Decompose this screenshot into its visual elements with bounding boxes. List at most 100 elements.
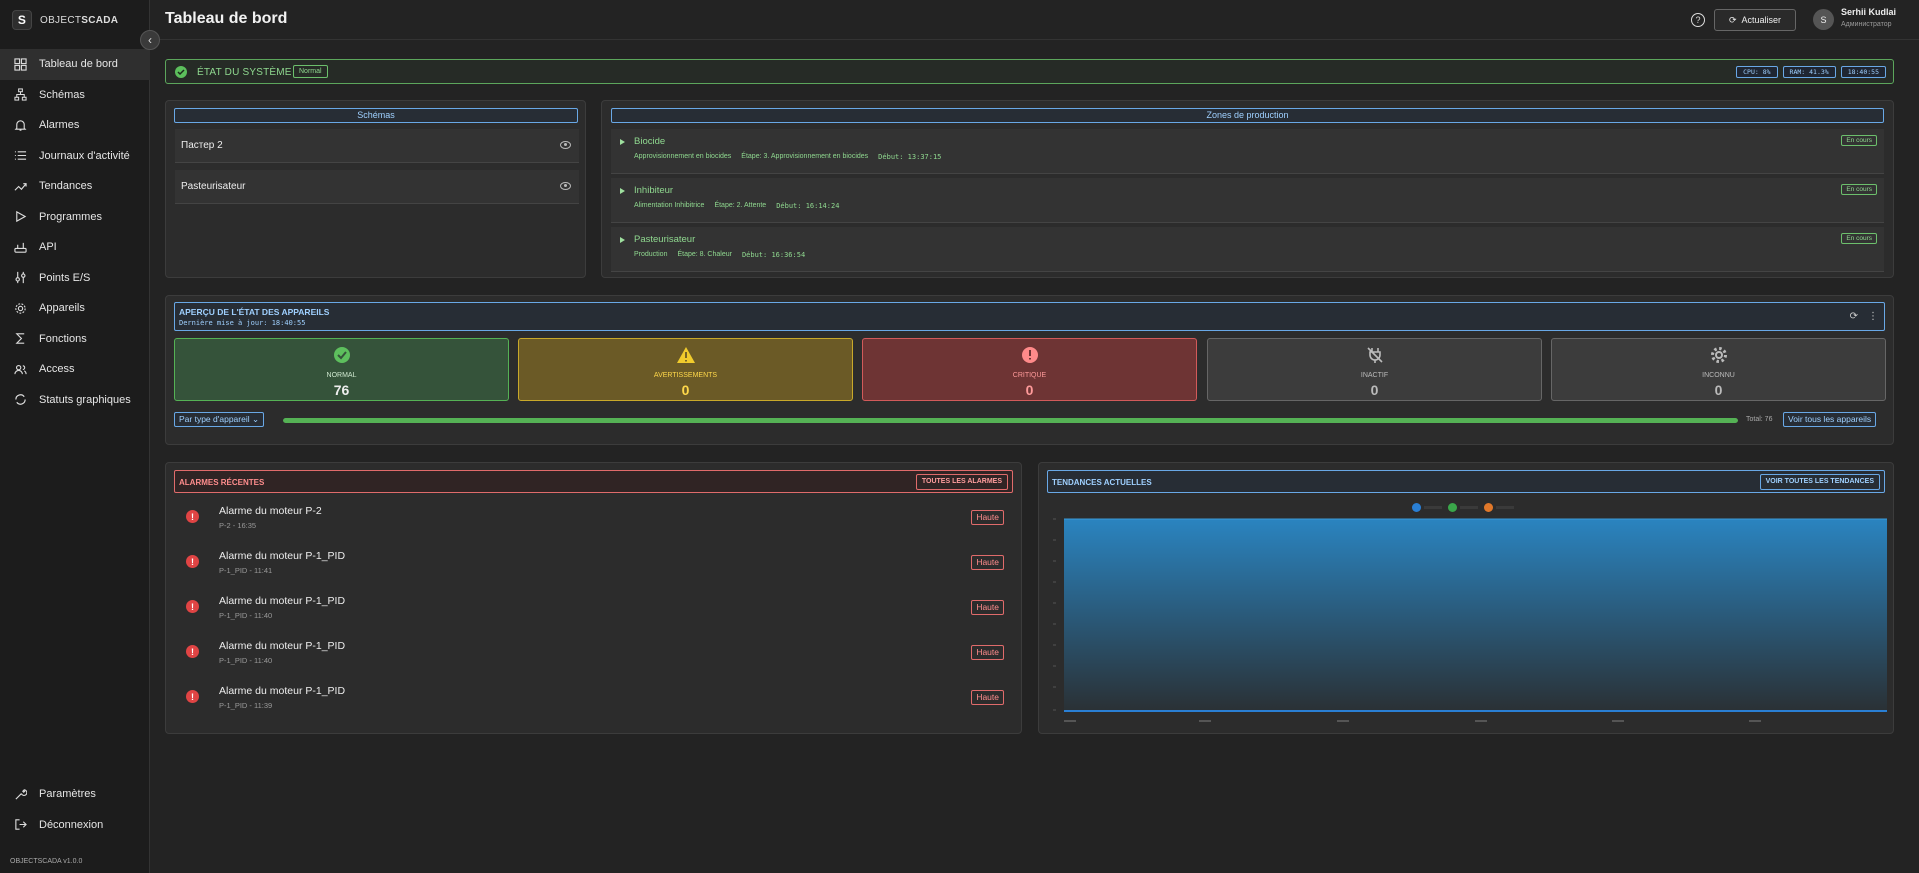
alarm-priority-badge: Haute (971, 645, 1004, 660)
legend-item[interactable] (1484, 503, 1514, 512)
sidebar-item-devices[interactable]: Appareils (0, 293, 150, 324)
stat-label: NORMAL (326, 372, 357, 379)
more-vertical-icon[interactable]: ⋮ (1868, 311, 1878, 322)
avatar[interactable]: S (1813, 9, 1834, 30)
refresh-button-label: Actualiser (1741, 15, 1782, 25)
alarm-critical-icon: ! (186, 600, 199, 613)
device-type-filter[interactable]: Par type d'appareil ⌄ (174, 412, 265, 427)
schemas-panel-title: Schémas (174, 108, 578, 123)
bottom-nav: Paramètres Déconnexion (0, 779, 150, 840)
refresh-button[interactable]: ⟳ Actualiser (1714, 9, 1796, 31)
sidebar-item-io-points[interactable]: Points E/S (0, 263, 150, 294)
sidebar-item-settings[interactable]: Paramètres (0, 779, 150, 810)
main-nav: Tableau de bord Schémas Alarmes Journaux… (0, 49, 150, 415)
recent-alarms-title: ALARMES RÉCENTES (179, 478, 265, 487)
users-icon (14, 364, 27, 374)
bell-icon (14, 120, 27, 131)
sidebar-item-label: Tendances (39, 180, 93, 193)
zone-start: Début: 16:14:24 (776, 202, 840, 210)
ram-metric: RAM: 41.3% (1782, 66, 1836, 78)
help-icon[interactable]: ? (1691, 13, 1705, 27)
device-status-panel: APERÇU DE L'ÉTAT DES APPAREILS Dernière … (165, 295, 1894, 445)
stat-label: AVERTISSEMENTS (653, 372, 718, 379)
stat-card-warnings[interactable]: AVERTISSEMENTS 0 (518, 338, 853, 401)
sidebar-item-activity-logs[interactable]: Journaux d'activité (0, 141, 150, 172)
trend-chart[interactable] (1047, 516, 1887, 728)
sidebar-item-graphic-statuses[interactable]: Statuts graphiques (0, 385, 150, 416)
system-status-title: ÉTAT DU SYSTÈME (197, 67, 292, 78)
stat-card-critical[interactable]: CRITIQUE 0 (862, 338, 1197, 401)
chevron-left-icon: ‹ (148, 33, 152, 47)
device-status-header: APERÇU DE L'ÉTAT DES APPAREILS Dernière … (174, 302, 1885, 331)
sidebar-item-programs[interactable]: Programmes (0, 202, 150, 233)
zone-step: Étape: 2. Attente (714, 202, 767, 209)
schema-item[interactable]: Pasteurisateur (175, 170, 579, 204)
sigma-icon (15, 333, 25, 344)
sidebar-item-label: Access (39, 363, 75, 376)
sidebar-item-functions[interactable]: Fonctions (0, 324, 150, 355)
alarm-row[interactable]: ! Alarme du moteur P-1_PID P-1_PID - 11:… (174, 635, 1013, 675)
alarm-source-time: P-2 - 16:35 (219, 521, 257, 530)
alarm-source-time: P-1_PID - 11:40 (219, 656, 273, 665)
alarm-row[interactable]: ! Alarme du moteur P-1_PID P-1_PID - 11:… (174, 590, 1013, 630)
expand-arrow-icon[interactable] (620, 237, 625, 243)
list-icon (14, 151, 27, 161)
stat-card-inactive[interactable]: INACTIF 0 (1207, 338, 1542, 401)
view-all-devices-button[interactable]: Voir tous les appareils (1783, 412, 1877, 427)
device-gear-icon (15, 303, 26, 314)
user-role: Администратор (1841, 21, 1892, 28)
all-trends-button[interactable]: VOIR TOUTES LES TENDANCES (1759, 474, 1880, 490)
zone-step: Étape: 8. Chaleur (677, 251, 732, 258)
sidebar-item-label: Journaux d'activité (39, 149, 130, 162)
sidebar-item-alarms[interactable]: Alarmes (0, 110, 150, 141)
current-trends-title: TENDANCES ACTUELLES (1052, 478, 1152, 487)
stat-card-normal[interactable]: NORMAL 76 (174, 338, 509, 401)
zone-item[interactable]: Biocide Approvisionnement en biocides Éta… (611, 129, 1884, 174)
legend-item[interactable] (1412, 503, 1442, 512)
refresh-icon[interactable]: ⟳ (1850, 311, 1858, 322)
alarm-row[interactable]: ! Alarme du moteur P-2 P-2 - 16:35 Haute (174, 500, 1013, 540)
device-status-progress (283, 418, 1738, 423)
zone-item[interactable]: Pasteurisateur Production Étape: 8. Chale… (611, 227, 1884, 272)
sidebar-item-schemas[interactable]: Schémas (0, 80, 150, 111)
eye-icon[interactable] (560, 182, 571, 190)
logo-text: OBJECTSCADA (40, 14, 119, 26)
sidebar-item-api[interactable]: API (0, 232, 150, 263)
clock-metric: 18:40:55 (1840, 66, 1886, 78)
schema-item[interactable]: Пастер 2 (175, 129, 579, 163)
sidebar-item-trends[interactable]: Tendances (0, 171, 150, 202)
sidebar-item-logout[interactable]: Déconnexion (0, 810, 150, 841)
check-circle-icon (175, 66, 187, 78)
trend-area (1064, 519, 1887, 712)
sidebar-item-label: Alarmes (39, 119, 80, 132)
warning-icon (676, 347, 695, 363)
zone-item[interactable]: Inhibiteur Alimentation Inhibitrice Étape… (611, 178, 1884, 223)
expand-arrow-icon[interactable] (620, 139, 625, 145)
alarm-name: Alarme du moteur P-1_PID (219, 685, 346, 697)
sidebar-item-label: Statuts graphiques (39, 393, 131, 406)
alarm-source-time: P-1_PID - 11:40 (219, 611, 273, 620)
legend-item[interactable] (1448, 503, 1478, 512)
expand-arrow-icon[interactable] (620, 188, 625, 194)
zone-status-badge: En cours (1841, 184, 1877, 195)
alarm-name: Alarme du moteur P-1_PID (219, 550, 346, 562)
top-header: Tableau de bord ? ⟳ Actualiser S Serhii … (150, 0, 1919, 40)
all-alarms-button[interactable]: TOUTES LES ALARMES (915, 474, 1008, 490)
alarm-row[interactable]: ! Alarme du moteur P-1_PID P-1_PID - 11:… (174, 545, 1013, 585)
recent-alarms-panel: ALARMES RÉCENTES TOUTES LES ALARMES ! Al… (165, 462, 1022, 734)
zone-status-badge: En cours (1841, 233, 1877, 244)
alarm-row[interactable]: ! Alarme du moteur P-1_PID P-1_PID - 11:… (174, 680, 1013, 720)
device-status-title: APERÇU DE L'ÉTAT DES APPAREILS (179, 307, 330, 317)
user-name: Serhii Kudlai (1841, 7, 1897, 17)
sidebar-item-dashboard[interactable]: Tableau de bord (0, 49, 150, 80)
sidebar-collapse-button[interactable]: ‹ (140, 30, 160, 50)
sidebar-item-label: Déconnexion (39, 818, 104, 831)
app-logo[interactable]: S OBJECTSCADA (12, 10, 118, 30)
sidebar-item-label: Tableau de bord (39, 58, 118, 71)
schema-item-label: Pasteurisateur (181, 181, 246, 192)
sidebar-item-access[interactable]: Access (0, 354, 150, 385)
eye-icon[interactable] (560, 141, 571, 149)
refresh-icon: ⟳ (1728, 14, 1737, 25)
alarm-critical-icon: ! (186, 555, 199, 568)
stat-card-unknown[interactable]: INCONNU 0 (1551, 338, 1886, 401)
